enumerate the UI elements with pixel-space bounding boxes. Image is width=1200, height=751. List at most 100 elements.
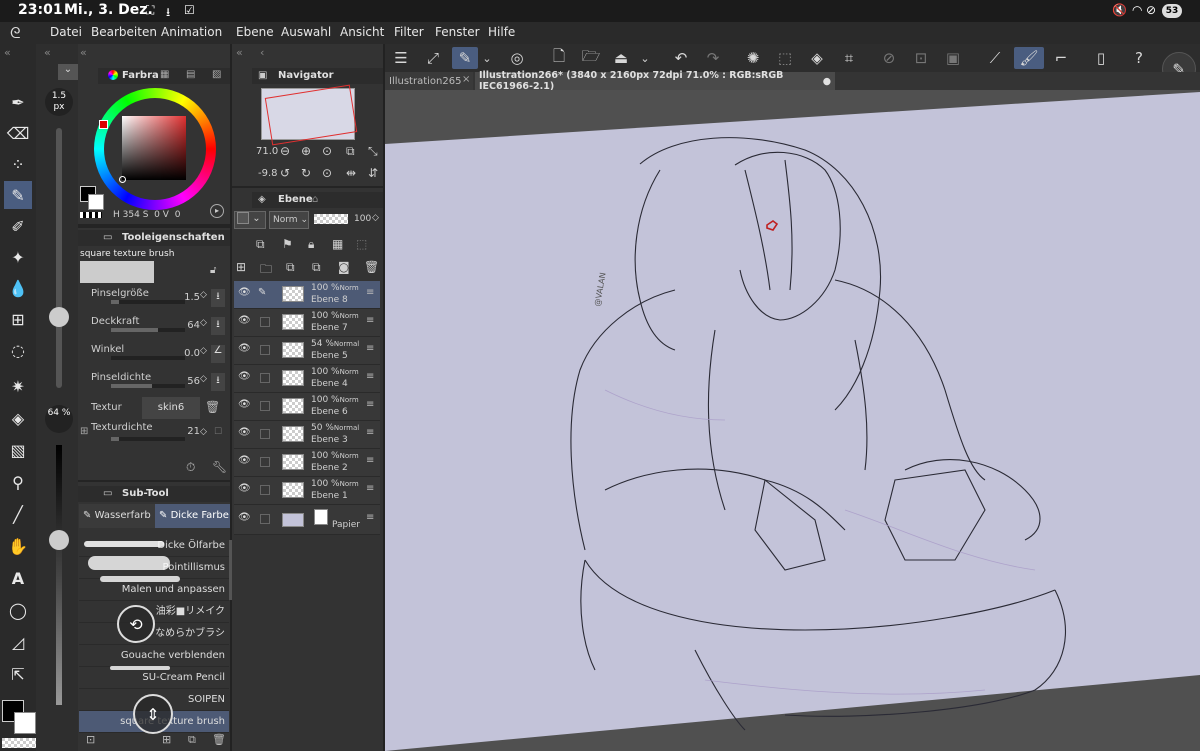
layer-checkbox[interactable]: [260, 457, 270, 467]
prop-slider[interactable]: [111, 384, 185, 388]
layer-checkbox[interactable]: [260, 345, 270, 355]
layer-opacity-slider[interactable]: [314, 214, 348, 224]
eye-icon[interactable]: 👁︎: [238, 483, 251, 494]
opacity-slider[interactable]: [56, 445, 62, 705]
flip-vertical-icon[interactable]: ⇵: [368, 166, 378, 180]
export-icon[interactable]: ⏏: [608, 47, 634, 69]
eye-icon[interactable]: 👁︎: [238, 399, 251, 410]
blend-tool-icon[interactable]: 💧: [4, 274, 32, 302]
download-icon[interactable]: ⭳: [211, 373, 225, 391]
play-icon[interactable]: ▸: [210, 204, 224, 218]
hue-cursor[interactable]: [99, 120, 108, 129]
selection-clear-icon[interactable]: ⊘: [876, 47, 902, 69]
lock-icon[interactable]: 🔓︎: [210, 265, 216, 276]
close-tab-icon[interactable]: ×: [462, 74, 470, 85]
canvas-drawing[interactable]: [385, 90, 1200, 751]
download-icon[interactable]: ⭳: [211, 317, 225, 335]
layer-row[interactable]: 👁︎ 100 %Norm Ebene 2 ≡: [234, 449, 380, 477]
menu-auswahl[interactable]: Auswahl: [281, 25, 331, 39]
swap-tool-icon[interactable]: ⟲: [117, 605, 155, 643]
loading-icon[interactable]: ✺: [740, 47, 766, 69]
hamburger-icon[interactable]: ☰: [388, 47, 414, 69]
export-chevron-icon[interactable]: ⌄: [636, 47, 654, 69]
drag-handle-icon[interactable]: ≡: [366, 287, 374, 298]
zoom-out-icon[interactable]: ⊖: [280, 144, 290, 158]
merge-down-icon[interactable]: ⧉: [286, 260, 295, 275]
frame-tool-icon[interactable]: ◿: [4, 628, 32, 656]
wrench-icon[interactable]: 🔧︎: [212, 460, 227, 474]
subtool-item[interactable]: Malen und anpassen: [79, 579, 229, 601]
layer-row[interactable]: 👁︎ ✎ 100 %Norm Ebene 8 ≡: [234, 281, 380, 309]
drag-handle-icon[interactable]: ≡: [366, 399, 374, 410]
flip-horizontal-icon[interactable]: ⇹: [346, 166, 356, 180]
panel-divider[interactable]: [383, 44, 385, 751]
fill-icon[interactable]: ◈: [804, 47, 830, 69]
drag-handle-icon[interactable]: ≡: [366, 455, 374, 466]
layer-row[interactable]: 👁︎ 100 %Norm Ebene 7 ≡: [234, 309, 380, 337]
lock-layer-icon[interactable]: 🔒︎: [308, 237, 314, 252]
selection-show-icon[interactable]: ▣: [940, 47, 966, 69]
prop-slider[interactable]: [111, 300, 185, 304]
layer-checkbox[interactable]: [260, 373, 270, 383]
lock-transparency-icon[interactable]: ▦: [332, 237, 343, 251]
layer-checkbox[interactable]: [260, 514, 270, 524]
mask-icon[interactable]: ⬚: [356, 237, 367, 251]
eye-icon[interactable]: 👁︎: [238, 371, 251, 382]
pen-tool-icon[interactable]: ✒: [4, 88, 32, 116]
eye-icon[interactable]: 👁︎: [238, 343, 251, 354]
color-history-tab-icon[interactable]: ▤: [186, 69, 195, 80]
new-folder-icon[interactable]: 🗀: [260, 260, 272, 281]
menu-filter[interactable]: Filter: [394, 25, 424, 39]
menu-ansicht[interactable]: Ansicht: [340, 25, 384, 39]
collapse-panel-icon[interactable]: «: [236, 46, 243, 59]
stepper-icon[interactable]: ◇: [200, 427, 207, 437]
brush-size-slider[interactable]: [56, 128, 62, 388]
drag-handle-icon[interactable]: ≡: [366, 315, 374, 326]
drag-handle-icon[interactable]: ≡: [366, 512, 374, 523]
prop-slider[interactable]: [111, 356, 185, 360]
panel-divider[interactable]: [230, 44, 232, 751]
download-icon[interactable]: ⭳: [211, 289, 225, 307]
spray-tool-icon[interactable]: ⁘: [4, 150, 32, 178]
new-file-icon[interactable]: 🗋: [546, 47, 572, 69]
drag-handle-icon[interactable]: ≡: [366, 343, 374, 354]
add-mask-icon[interactable]: ◙: [338, 260, 350, 274]
color-mode-icon[interactable]: [80, 212, 102, 218]
drag-handle-icon[interactable]: ≡: [366, 483, 374, 494]
canvas-area[interactable]: @VALAN: [385, 90, 1200, 751]
copy-layer-icon[interactable]: ⧉: [312, 260, 321, 275]
trash-icon[interactable]: 🗑︎: [205, 400, 220, 414]
eye-icon[interactable]: 👁︎: [238, 427, 251, 438]
magic-wand-icon[interactable]: ✷: [4, 372, 32, 400]
delete-layer-icon[interactable]: 🗑︎: [364, 260, 379, 274]
background-color-swatch[interactable]: [14, 712, 36, 734]
subtool-tab-watercolor[interactable]: ✎ Wasserfarb: [79, 504, 155, 528]
layer-row[interactable]: 👁︎ 50 %Normal Ebene 3 ≡: [234, 421, 380, 449]
opacity-thumb[interactable]: [49, 530, 69, 550]
fit-screen-icon[interactable]: ⧉: [346, 144, 355, 159]
new-raster-layer-icon[interactable]: ⊞: [236, 260, 246, 274]
color-set-tab-icon[interactable]: ▦: [160, 69, 169, 80]
angle-icon[interactable]: ∠: [211, 345, 225, 363]
menu-hilfe[interactable]: Hilfe: [488, 25, 515, 39]
layer-row[interactable]: 👁︎ 100 %Norm Ebene 6 ≡: [234, 393, 380, 421]
move-tool-icon[interactable]: ⇱: [4, 660, 32, 688]
layer-row[interactable]: 👁︎ 54 %Normal Ebene 5 ≡: [234, 337, 380, 365]
stepper-icon[interactable]: ◇: [200, 290, 207, 300]
crop-icon[interactable]: ⌗: [836, 47, 862, 69]
stepper-icon[interactable]: ◇: [200, 318, 207, 328]
layer-checkbox[interactable]: [260, 401, 270, 411]
scrollbar[interactable]: [229, 540, 232, 600]
navigator-preview[interactable]: [261, 84, 358, 146]
fill-tool-icon[interactable]: ◈: [4, 404, 32, 432]
layer-row[interactable]: 👁︎ 100 %Norm Ebene 4 ≡: [234, 365, 380, 393]
globe-icon[interactable]: ◎: [504, 47, 530, 69]
eye-icon[interactable]: 👁︎: [238, 512, 251, 523]
timer-icon[interactable]: ⏱: [186, 460, 195, 475]
menu-fenster[interactable]: Fenster: [435, 25, 480, 39]
modifier-key-icon[interactable]: ⇕: [133, 694, 173, 734]
eraser-tool-icon[interactable]: ⌫: [4, 119, 32, 147]
fit-window-icon[interactable]: ⤡: [368, 144, 378, 159]
line-tool-icon[interactable]: ╱: [4, 500, 32, 528]
menu-datei[interactable]: Datei: [50, 25, 82, 39]
